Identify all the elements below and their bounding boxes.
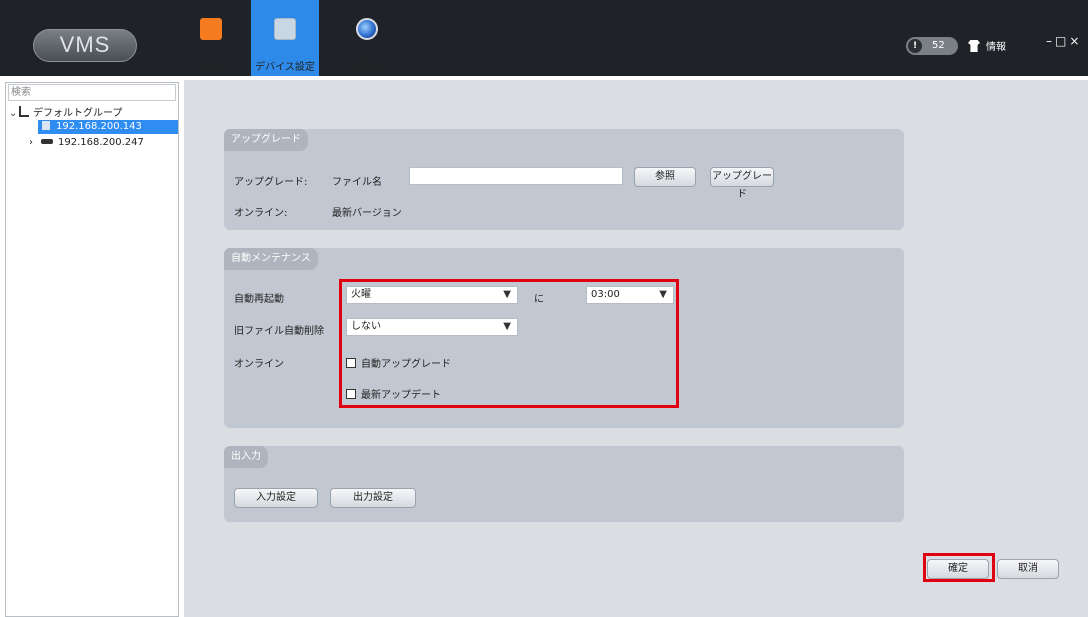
shirt-icon	[968, 40, 980, 52]
ok-highlight-box	[923, 553, 995, 582]
nav-monitor-label: 監視(1)	[349, 62, 385, 73]
group-icon	[19, 106, 29, 117]
tree-root-group[interactable]: ⌄ デフォルトグループ	[9, 104, 122, 119]
chevron-right-icon[interactable]: ›	[29, 137, 33, 148]
cancel-button[interactable]: 取消	[997, 559, 1059, 579]
chevron-down-icon[interactable]: ⌄	[9, 108, 17, 119]
tree-root-label: デフォルトグループ	[33, 108, 123, 119]
auto-maintenance-panel: 自動メンテナンス 自動再起動 火曜 ▼ に 03:00 ▼ 旧ファイル自動削除 …	[224, 248, 904, 428]
home-icon	[200, 18, 222, 40]
upgrade-label: アップグレード:	[234, 177, 308, 188]
upgrade-button[interactable]: アップグレード	[710, 167, 774, 200]
camera-icon	[41, 139, 53, 144]
window-controls[interactable]: –□×	[1046, 34, 1082, 48]
tree-device[interactable]: › 192.168.200.247	[29, 137, 144, 148]
main-content: アップグレード アップグレード: ファイル名 参照 アップグレード オンライン:…	[184, 80, 1088, 617]
nav-home[interactable]: ホーム	[177, 0, 245, 76]
nav-device-settings-label: デバイス設定	[255, 62, 315, 73]
info-button[interactable]: 情報	[968, 38, 1006, 53]
top-bar: VMS ホーム デバイス設定 監視(1) ! 52 情報 –□×	[0, 0, 1088, 76]
alarm-badge[interactable]: ! 52	[906, 37, 958, 55]
auto-reboot-label: 自動再起動	[234, 294, 284, 305]
online-label: オンライン:	[234, 208, 288, 219]
file-name-label: ファイル名	[332, 177, 382, 188]
old-file-delete-label: 旧ファイル自動削除	[234, 326, 324, 337]
upgrade-panel: アップグレード アップグレード: ファイル名 参照 アップグレード オンライン:…	[224, 129, 904, 230]
monitor-icon	[356, 18, 378, 40]
browse-button[interactable]: 参照	[634, 167, 696, 187]
nav-home-label: ホーム	[196, 62, 226, 73]
auto-maintenance-tab: 自動メンテナンス	[224, 248, 318, 270]
alarm-count: 52	[932, 40, 945, 51]
nav-device-settings[interactable]: デバイス設定	[251, 0, 319, 76]
file-name-input[interactable]	[409, 167, 623, 185]
camera-icon	[42, 121, 50, 130]
output-settings-button[interactable]: 出力設定	[330, 488, 416, 508]
maintenance-online-label: オンライン	[234, 359, 284, 370]
tree-device-selected[interactable]: 192.168.200.143	[38, 120, 178, 134]
io-panel: 出入力 入力設定 出力設定	[224, 446, 904, 522]
device-settings-icon	[274, 18, 296, 40]
nav-monitor[interactable]: 監視(1)	[333, 0, 401, 76]
alert-icon: !	[908, 39, 922, 53]
tree-device-label: 192.168.200.247	[58, 137, 144, 148]
upgrade-tab: アップグレード	[224, 129, 308, 151]
online-value: 最新バージョン	[332, 208, 402, 219]
search-input[interactable]: 検索	[8, 84, 176, 101]
device-tree-panel: 検索 ⌄ デフォルトグループ 192.168.200.143 › 192.168.2…	[5, 82, 179, 617]
io-tab: 出入力	[224, 446, 268, 468]
input-settings-button[interactable]: 入力設定	[234, 488, 318, 508]
tree-device-label: 192.168.200.143	[56, 121, 142, 132]
app-logo: VMS	[33, 29, 137, 62]
info-label: 情報	[986, 42, 1006, 53]
highlight-box	[339, 279, 679, 408]
